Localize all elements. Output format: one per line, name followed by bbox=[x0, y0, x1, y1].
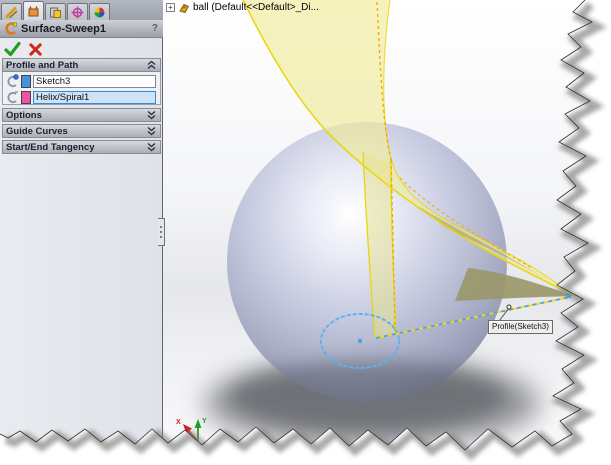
tree-item-label: ball (Default<<Default>_Di... bbox=[193, 2, 319, 13]
profile-callout: Profile(Sketch3) bbox=[488, 320, 553, 334]
group-label: Profile and Path bbox=[6, 60, 146, 71]
circle-center-point[interactable] bbox=[358, 339, 362, 343]
feature-tree-item[interactable]: + ball (Default<<Default>_Di... bbox=[166, 1, 319, 14]
dimxpertmanager-tab-icon bbox=[70, 6, 85, 19]
profile-color-chip bbox=[21, 75, 31, 88]
group-header-profile-and-path[interactable]: Profile and Path bbox=[2, 58, 161, 72]
profile-endpoint[interactable] bbox=[566, 293, 571, 298]
group-label: Options bbox=[6, 110, 146, 121]
profile-selection-input[interactable]: Sketch3 bbox=[33, 75, 156, 88]
propertymanager-tab-icon bbox=[26, 5, 41, 18]
group-header-guide-curves[interactable]: Guide Curves bbox=[2, 124, 161, 138]
collapse-chevron-up-icon[interactable] bbox=[146, 60, 157, 70]
tree-expand-icon[interactable]: + bbox=[166, 3, 175, 12]
sweep-profile-icon bbox=[3, 73, 21, 89]
path-selection-row: Helix/Spiral1 bbox=[3, 89, 160, 105]
expand-chevron-down-icon[interactable] bbox=[146, 142, 157, 152]
solidworks-window: X Y + ball (Default<<Default>_Di... Prof… bbox=[0, 0, 611, 465]
confirm-row bbox=[4, 39, 159, 59]
panel-tab-bar bbox=[0, 0, 163, 21]
tab-dimxpertmanager[interactable] bbox=[67, 3, 88, 20]
tab-displaymanager[interactable] bbox=[89, 3, 110, 20]
group-label: Start/End Tangency bbox=[6, 142, 146, 153]
tab-featuremanager-tree[interactable] bbox=[1, 3, 22, 20]
cancel-button[interactable] bbox=[28, 42, 43, 57]
tab-propertymanager[interactable] bbox=[23, 1, 44, 20]
part-icon bbox=[178, 2, 190, 14]
panel-title: Surface-Sweep1 bbox=[21, 23, 152, 35]
surface-sweep-icon bbox=[3, 21, 18, 36]
triad-x-label: X bbox=[176, 419, 181, 426]
sphere-bottom-shade bbox=[230, 360, 506, 432]
group-label: Guide Curves bbox=[6, 126, 146, 137]
expand-chevron-down-icon[interactable] bbox=[146, 110, 157, 120]
group-header-options[interactable]: Options bbox=[2, 108, 161, 122]
ok-button[interactable] bbox=[4, 41, 21, 57]
3d-scene: X Y bbox=[163, 0, 611, 465]
group-body-profile-and-path: Sketch3 Helix/Spiral1 bbox=[2, 72, 161, 105]
configurationmanager-tab-icon bbox=[48, 6, 63, 19]
path-color-chip bbox=[21, 91, 31, 104]
path-selection-input[interactable]: Helix/Spiral1 bbox=[33, 91, 156, 104]
tab-configurationmanager[interactable] bbox=[45, 3, 66, 20]
expand-chevron-down-icon[interactable] bbox=[146, 126, 157, 136]
triad-y-label: Y bbox=[202, 418, 207, 425]
profile-selection-row: Sketch3 bbox=[3, 73, 160, 89]
group-header-start-end-tangency[interactable]: Start/End Tangency bbox=[2, 140, 161, 154]
panel-splitter-grip[interactable] bbox=[158, 218, 165, 246]
sweep-path-icon bbox=[3, 89, 21, 105]
property-manager-header: Surface-Sweep1 ? bbox=[0, 20, 163, 38]
help-button[interactable]: ? bbox=[152, 23, 160, 34]
property-manager-panel: Surface-Sweep1 ? Profile and Path bbox=[0, 0, 163, 465]
featuremanager-tree-tab-icon bbox=[4, 6, 19, 19]
graphics-viewport[interactable]: X Y + ball (Default<<Default>_Di... Prof… bbox=[163, 0, 611, 465]
displaymanager-tab-icon bbox=[92, 6, 107, 19]
